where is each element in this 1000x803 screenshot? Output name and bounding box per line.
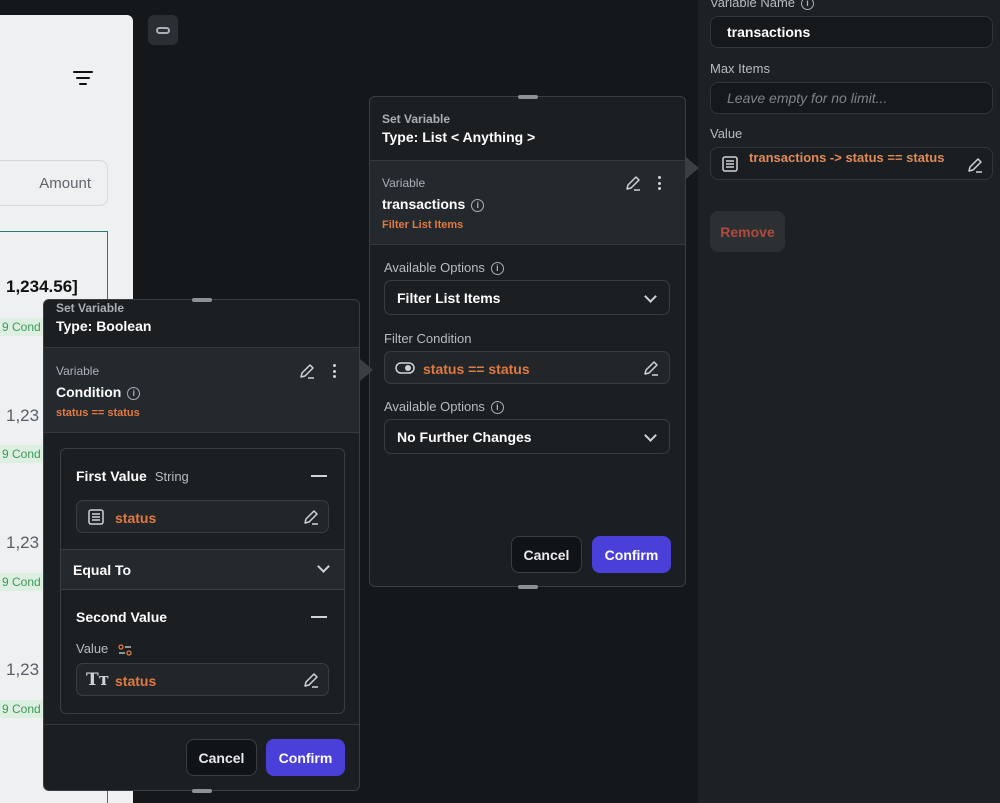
edit-icon[interactable]	[298, 362, 316, 380]
collapse-icon[interactable]	[311, 475, 327, 477]
variable-sub: Filter List Items	[382, 219, 464, 231]
toggle-icon	[395, 362, 415, 374]
variable-name-label: Variable Name i	[710, 0, 815, 11]
info-icon[interactable]: i	[127, 386, 141, 400]
card-title-small: Set Variable	[56, 301, 125, 315]
more-icon[interactable]	[658, 176, 662, 190]
info-icon[interactable]: i	[490, 401, 504, 415]
amount-value: 1,234.56]	[6, 277, 78, 296]
condition-badge: 9 Cond	[0, 573, 45, 591]
variable-name: Condition i	[56, 384, 141, 400]
edit-icon[interactable]	[302, 508, 320, 526]
first-value-type: String	[154, 469, 189, 484]
variable-name-field[interactable]: transactions	[710, 16, 993, 48]
popover-arrow	[686, 157, 699, 179]
value-label: Value	[76, 641, 132, 656]
text-type-icon: Tт	[86, 670, 110, 690]
properties-panel: Variable Name i transactions Max Items Le…	[698, 0, 1000, 803]
card-title-small: Set Variable	[382, 112, 451, 126]
edit-icon[interactable]	[624, 174, 642, 192]
edit-icon[interactable]	[966, 156, 984, 174]
amount-chip[interactable]: Amount	[0, 160, 108, 206]
filter-icon[interactable]	[72, 71, 94, 87]
available-options-select[interactable]: Filter List Items	[384, 280, 670, 315]
remove-button[interactable]: Remove	[710, 211, 785, 252]
cancel-button[interactable]: Cancel	[511, 536, 582, 573]
variable-section: Variable transactions i Filter List Items	[370, 160, 685, 245]
set-variable-boolean-card: Set Variable Type: Boolean Variable Cond…	[43, 298, 360, 793]
confirm-button[interactable]: Confirm	[266, 739, 345, 776]
set-variable-list-card: Set Variable Type: List < Anything > Var…	[369, 95, 686, 589]
value-label: Value	[710, 126, 743, 141]
amount-value: 1,23	[6, 533, 40, 552]
card-title: Type: Boolean	[56, 318, 152, 334]
amount-value: 1,23	[6, 406, 40, 425]
value-field[interactable]: transactions -> status == status	[710, 147, 993, 180]
info-icon[interactable]: i	[490, 262, 504, 276]
variable-label: Variable	[382, 176, 426, 190]
available-options-label: Available Options i	[384, 399, 504, 415]
variable-label: Variable	[56, 364, 100, 378]
max-items-label: Max Items	[710, 61, 770, 76]
edit-icon[interactable]	[302, 671, 320, 689]
confirm-button[interactable]: Confirm	[592, 536, 671, 573]
variable-sub: status == status	[56, 407, 140, 419]
available-options-label: Available Options i	[384, 260, 504, 276]
condition-badge: 9 Cond	[0, 318, 45, 336]
variable-section: Variable Condition i status == status	[44, 347, 359, 433]
chevron-down-icon	[644, 290, 657, 303]
filter-condition-field[interactable]: status == status	[384, 351, 670, 384]
popover-arrow	[360, 359, 373, 381]
second-value: status	[115, 673, 157, 689]
info-icon[interactable]: i	[801, 0, 815, 11]
max-items-field[interactable]: Leave empty for no limit...	[710, 82, 993, 114]
chevron-down-icon	[317, 560, 330, 573]
collapse-icon[interactable]	[311, 616, 327, 618]
condition-editor: First Value String status Equal To Second…	[60, 448, 345, 714]
more-icon[interactable]	[333, 364, 337, 378]
operator-select[interactable]: Equal To	[61, 549, 344, 590]
chevron-down-icon	[644, 429, 657, 442]
drag-handle[interactable]	[517, 585, 538, 589]
drag-handle[interactable]	[191, 298, 212, 302]
first-value-field[interactable]: status	[76, 500, 329, 533]
variable-name: transactions i	[382, 196, 485, 212]
table-icon	[722, 156, 738, 172]
value-text: transactions -> status == status	[749, 150, 945, 165]
divider	[44, 724, 359, 725]
table-icon	[88, 509, 104, 525]
first-value: status	[115, 510, 157, 526]
second-value-field[interactable]: Tт status	[76, 663, 329, 696]
condition-badge: 9 Cond	[0, 700, 45, 718]
condition-badge: 9 Cond	[0, 445, 45, 463]
edit-icon[interactable]	[642, 359, 660, 377]
amount-value: 1,23	[6, 660, 40, 679]
card-title: Type: List < Anything >	[382, 129, 536, 145]
filter-condition-label: Filter Condition	[384, 331, 472, 346]
cancel-button[interactable]: Cancel	[186, 739, 257, 776]
drag-handle[interactable]	[517, 95, 538, 99]
filter-condition-value: status == status	[423, 361, 530, 377]
info-icon[interactable]: i	[471, 198, 485, 212]
variable-toggle-icon[interactable]	[118, 643, 132, 656]
link-icon[interactable]	[148, 15, 178, 45]
first-value-label: First Value String	[76, 468, 189, 484]
second-value-label: Second Value	[76, 609, 168, 625]
operator-value: Equal To	[73, 562, 132, 578]
available-options-select[interactable]: No Further Changes	[384, 419, 670, 454]
drag-handle[interactable]	[191, 789, 212, 793]
